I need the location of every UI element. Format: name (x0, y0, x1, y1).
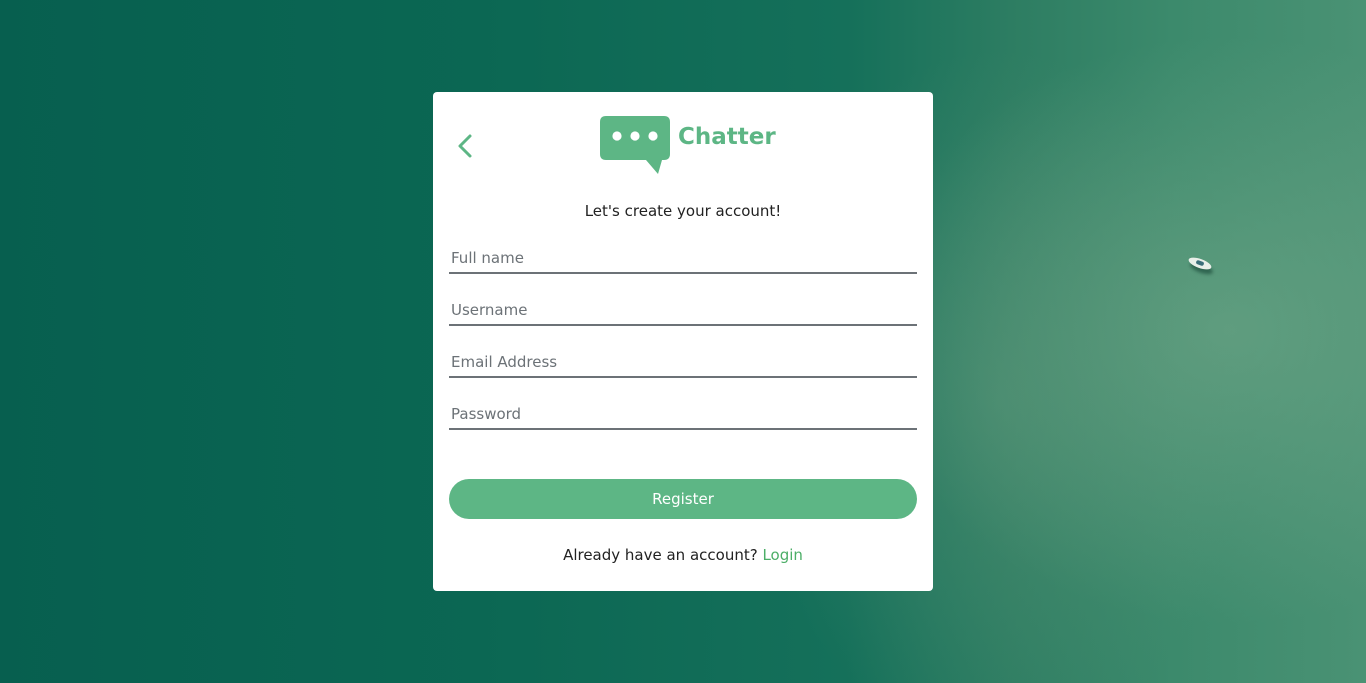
chat-bubble-icon (600, 116, 670, 174)
back-button[interactable] (453, 130, 477, 162)
login-link[interactable]: Login (762, 546, 802, 564)
login-prompt: Already have an account? Login (433, 546, 933, 564)
full-name-field[interactable] (449, 244, 917, 274)
brand-name: Chatter (678, 124, 776, 150)
register-button[interactable]: Register (449, 479, 917, 519)
chevron-left-icon (458, 134, 472, 158)
password-field[interactable] (449, 400, 917, 430)
page-subtitle: Let's create your account! (584, 202, 782, 220)
email-field[interactable] (449, 348, 917, 378)
username-field[interactable] (449, 296, 917, 326)
register-card: Chatter Let's create your account! Regis… (433, 92, 933, 591)
login-prompt-text: Already have an account? (563, 546, 758, 564)
